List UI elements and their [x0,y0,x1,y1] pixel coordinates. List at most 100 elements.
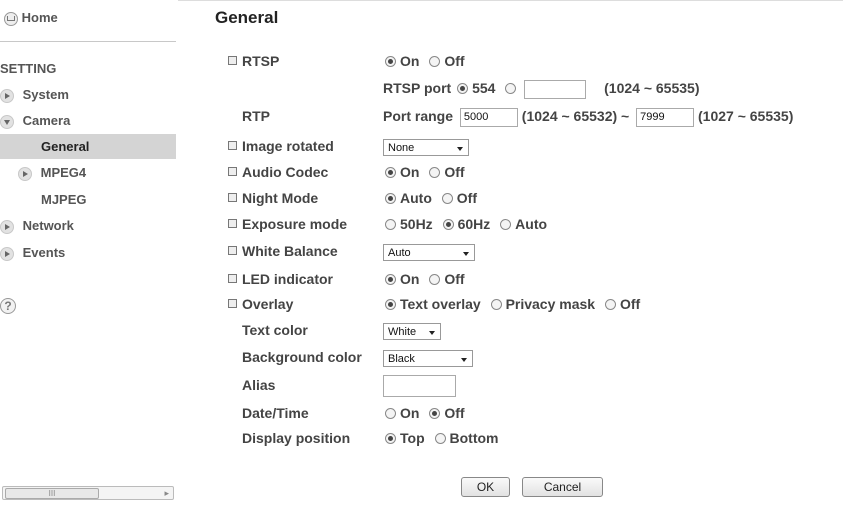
bullet-square-icon [228,299,237,308]
bullet-square-icon [228,219,237,228]
cancel-button[interactable]: Cancel [522,477,603,497]
dropdown-caret-icon [463,251,469,256]
led-indicator-options: On Off [383,271,469,287]
rtp-to-range: (1027 ~ 65535) [698,108,794,125]
display-position-options: Top Bottom [383,430,503,446]
scroll-thumb[interactable]: III [5,488,99,499]
sidebar-item-label: Events [22,245,66,260]
background-color-label: Background color [242,349,362,365]
night-mode-off-radio[interactable] [441,193,453,204]
overlay-text-radio[interactable] [385,299,396,310]
sidebar-item-label: MPEG4 [40,165,87,180]
image-rotated-select[interactable]: None [383,138,469,156]
display-position-label: Display position [242,430,351,446]
exposure-mode-options: 50Hz 60Hz Auto [383,216,551,232]
rtsp-port-label: RTSP port [383,80,452,97]
port-range-label: Port range [383,108,454,125]
sidebar-item-camera[interactable]: Camera [0,113,70,129]
white-balance-field: Auto [383,243,475,261]
overlay-off-radio[interactable] [604,299,616,310]
home-icon [4,11,18,26]
exposure-50hz-radio[interactable] [385,219,396,230]
bullet-square-icon [228,246,237,255]
page-title: General [215,8,279,27]
bullet-square-icon [228,141,237,150]
sidebar-home[interactable]: Home [4,10,58,26]
collapse-arrow-icon [0,114,14,129]
night-mode-label: Night Mode [228,190,318,206]
rtsp-port-default-radio[interactable] [457,83,469,95]
expand-arrow-icon [0,88,14,103]
rtp-row: Port range 5000 (1024 ~ 65532) ~ 7999 (1… [383,108,793,127]
led-off-radio[interactable] [429,274,441,285]
text-color-field: White [383,322,441,340]
image-rotated-field: None [383,138,469,156]
overlay-label: Overlay [228,296,293,312]
rtsp-options: On Off [383,53,469,69]
white-balance-label: White Balance [228,243,338,259]
rtp-to-input[interactable]: 7999 [636,108,695,127]
home-label: Home [21,10,58,25]
ok-button[interactable]: OK [461,477,510,497]
background-color-select[interactable]: Black [383,349,473,367]
alias-label: Alias [242,377,276,393]
expand-arrow-icon [0,246,14,261]
sidebar-item-network[interactable]: Network [0,218,74,234]
rtsp-port-input[interactable] [524,80,587,99]
audio-codec-options: On Off [383,164,469,180]
dropdown-caret-icon [429,330,435,335]
setting-heading: SETTING [0,61,57,76]
help-icon[interactable]: ? [0,298,16,314]
audio-codec-on-radio[interactable] [385,167,396,178]
rtsp-on-radio[interactable] [385,56,396,67]
rtp-from-range: (1024 ~ 65532) ~ [521,108,630,125]
rtsp-port-range: (1024 ~ 65535) [604,80,700,97]
background-color-field: Black [383,349,473,367]
overlay-privacy-radio[interactable] [490,299,502,310]
sidebar-item-label: System [22,87,69,102]
rtsp-label: RTSP [228,53,279,69]
position-bottom-radio[interactable] [434,433,446,444]
divider [0,41,176,42]
sidebar-item-label: Network [22,218,74,233]
expand-arrow-icon [18,166,32,181]
exposure-mode-label: Exposure mode [228,216,347,232]
bullet-square-icon [228,193,237,202]
top-border [178,0,843,1]
sidebar-item-mpeg4[interactable]: MPEG4 [18,165,86,181]
sidebar-item-label: Camera [22,113,71,128]
alias-input[interactable] [383,375,456,397]
sidebar-item-mjpeg[interactable]: MJPEG [41,192,87,207]
dropdown-caret-icon [457,146,463,151]
rtp-from-input[interactable]: 5000 [459,108,518,127]
night-mode-auto-radio[interactable] [385,193,396,204]
position-top-radio[interactable] [385,433,396,444]
bullet-square-icon [228,56,237,65]
date-time-label: Date/Time [242,405,309,421]
sidebar-item-system[interactable]: System [0,87,69,103]
date-time-off-radio[interactable] [429,408,441,419]
exposure-auto-radio[interactable] [500,219,512,230]
sidebar-item-general[interactable]: General [41,139,89,154]
text-color-select[interactable]: White [383,322,441,340]
date-time-on-radio[interactable] [385,408,396,419]
date-time-options: On Off [383,405,469,421]
bullet-square-icon [228,274,237,283]
audio-codec-off-radio[interactable] [429,167,441,178]
overlay-options: Text overlay Privacy mask Off [383,296,644,312]
white-balance-select[interactable]: Auto [383,243,475,261]
bullet-square-icon [228,167,237,176]
exposure-60hz-radio[interactable] [442,219,454,230]
rtsp-port-row: RTSP port 554 (1024 ~ 65535) [383,80,699,99]
led-on-radio[interactable] [385,274,396,285]
image-rotated-label: Image rotated [228,138,334,154]
expand-arrow-icon [0,219,14,234]
sidebar: Home SETTING System Camera General MPEG4… [0,0,178,506]
rtsp-port-custom-radio[interactable] [505,83,517,95]
led-indicator-label: LED indicator [228,271,333,287]
night-mode-options: Auto Off [383,190,481,206]
horizontal-scrollbar[interactable]: III ▸ [2,486,174,500]
sidebar-item-events[interactable]: Events [0,245,65,261]
rtsp-off-radio[interactable] [429,56,441,67]
scroll-right-arrow-icon[interactable]: ▸ [164,488,169,499]
